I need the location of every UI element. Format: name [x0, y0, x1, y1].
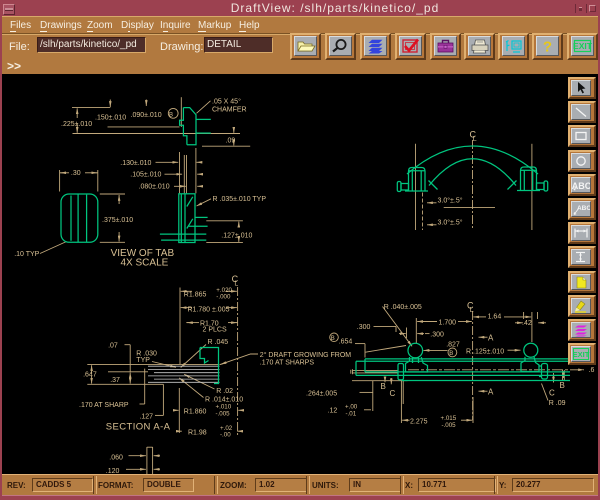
svg-text:.300: .300 [357, 324, 371, 331]
svg-text:.264±.005: .264±.005 [306, 390, 337, 397]
svg-text:.127: .127 [139, 413, 153, 420]
svg-text:.130±.010: .130±.010 [120, 160, 151, 167]
svg-text:CHAMFER: CHAMFER [212, 107, 247, 114]
svg-text:.6: .6 [589, 367, 595, 374]
svg-text:1.64: 1.64 [488, 314, 502, 321]
svg-text:A: A [488, 334, 494, 343]
svg-text:.375±.010: .375±.010 [102, 217, 133, 224]
svg-text:SECTION A-A: SECTION A-A [106, 422, 171, 433]
svg-text:L: L [473, 136, 477, 143]
svg-text:-.00: -.00 [220, 432, 231, 439]
svg-text:.300: .300 [430, 332, 444, 339]
svg-text:L: L [470, 307, 474, 314]
svg-text:R1.98: R1.98 [188, 430, 207, 437]
svg-text:.225±.010: .225±.010 [61, 121, 92, 128]
svg-text:4X SCALE: 4X SCALE [121, 258, 169, 269]
svg-text:-.005: -.005 [216, 410, 231, 417]
svg-text:.150±.010: .150±.010 [95, 115, 126, 122]
svg-text:.37: .37 [110, 377, 120, 384]
svg-text:.127±.010: .127±.010 [221, 233, 252, 240]
svg-text:.05 X 45°: .05 X 45° [212, 98, 241, 106]
svg-text:.170 AT SHARP: .170 AT SHARP [79, 402, 129, 409]
svg-text:.42: .42 [522, 320, 532, 327]
svg-text:B: B [381, 382, 386, 391]
svg-text:.090±.010: .090±.010 [131, 112, 162, 119]
svg-text:+.015: +.015 [441, 415, 457, 422]
svg-text:L: L [234, 281, 238, 288]
svg-text:1.700: 1.700 [439, 320, 457, 327]
svg-text:.827: .827 [446, 342, 460, 349]
svg-text:R1.860: R1.860 [184, 408, 207, 415]
svg-text:R .125±.010: R .125±.010 [466, 348, 504, 355]
svg-text:2 PLCS: 2 PLCS [203, 326, 227, 333]
svg-text:R .09: R .09 [549, 400, 566, 407]
svg-text:.170 AT SHARPS: .170 AT SHARPS [260, 359, 315, 366]
svg-text:2° DRAFT GROWING FROM: 2° DRAFT GROWING FROM [260, 351, 352, 359]
svg-text:TYP: TYP [136, 357, 150, 364]
svg-text:.647: .647 [83, 372, 97, 379]
svg-text:C: C [549, 389, 555, 398]
svg-text:+.00: +.00 [345, 403, 358, 410]
svg-text:.080±.010: .080±.010 [139, 184, 170, 191]
svg-text:R1.865: R1.865 [184, 292, 207, 299]
svg-text:3.0°±.5°: 3.0°±.5° [438, 197, 463, 205]
svg-text:.12: .12 [328, 407, 338, 414]
svg-text:B: B [560, 381, 565, 390]
svg-text:.654: .654 [339, 339, 353, 346]
svg-text:.07: .07 [108, 342, 118, 349]
svg-text:.120: .120 [106, 468, 120, 475]
svg-text:.09: .09 [226, 138, 236, 145]
svg-text:.10 TYP: .10 TYP [14, 251, 39, 258]
svg-text:2.275: 2.275 [410, 419, 428, 426]
svg-text:R .02: R .02 [216, 388, 233, 395]
svg-text:R .045: R .045 [208, 339, 229, 346]
svg-text:-.005: -.005 [442, 422, 457, 429]
svg-text:A: A [488, 388, 494, 397]
svg-text:-.01: -.01 [346, 410, 357, 417]
svg-text:R .040±.005: R .040±.005 [384, 304, 422, 311]
svg-text:R1.780 ±.005: R1.780 ±.005 [188, 307, 230, 314]
svg-text:.30: .30 [71, 170, 81, 177]
svg-text:R .035±.010 TYP: R .035±.010 TYP [213, 196, 267, 203]
svg-text:C: C [390, 389, 396, 398]
svg-text:-.000: -.000 [216, 294, 231, 301]
svg-text:EXIT: EXIT [573, 350, 590, 359]
svg-text:.105±.010: .105±.010 [130, 172, 161, 179]
svg-text:.060: .060 [109, 454, 123, 461]
svg-text:3.0°±.5°: 3.0°±.5° [438, 219, 463, 227]
